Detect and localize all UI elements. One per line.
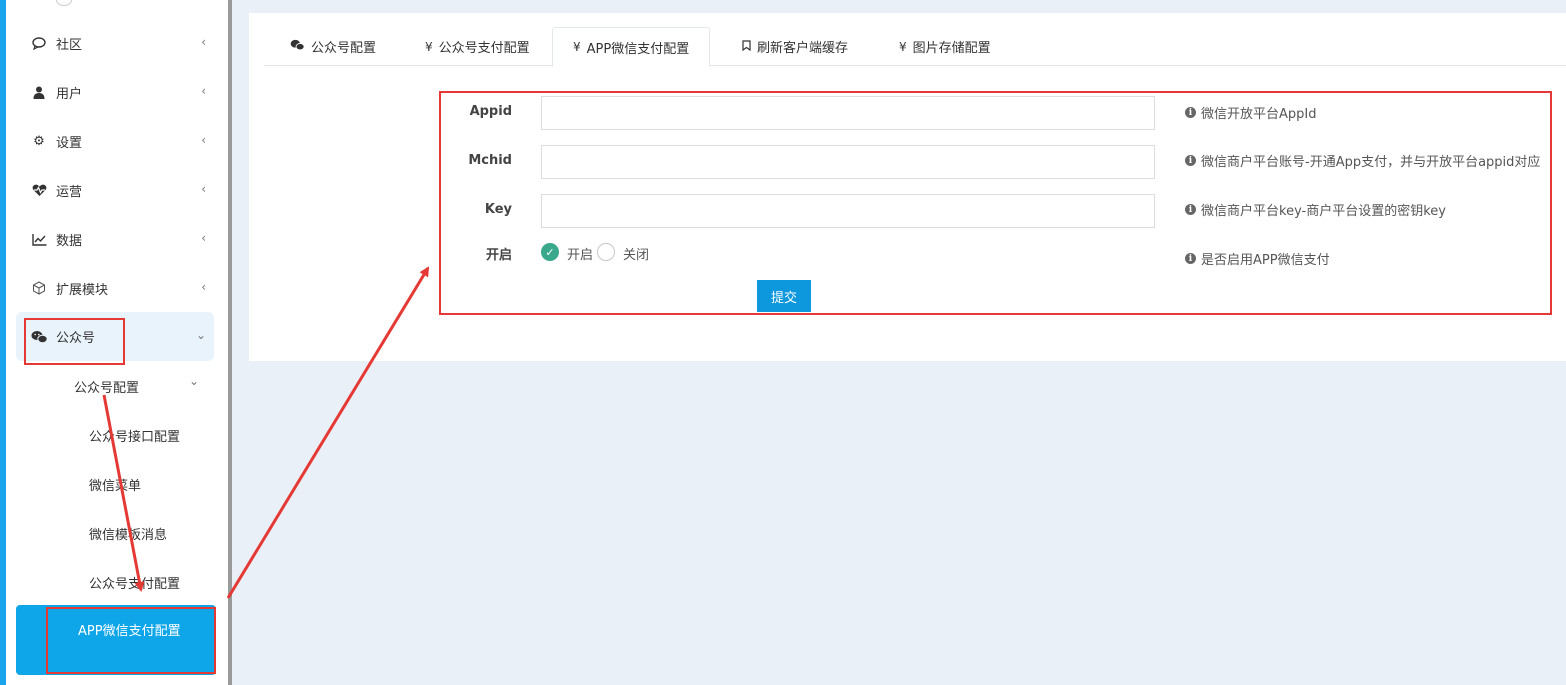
enable-on-radio[interactable]: ✓ [541,243,559,261]
sidebar-subitem-wechat-menu[interactable]: 微信菜单 [89,475,141,494]
mchid-help: i 微信商户平台账号-开通App支付，并与开放平台appid对应 [1185,151,1540,170]
chevron-left-icon: ‹ [201,182,206,196]
tab-refresh-cache[interactable]: 刷新客户端缓存 [742,27,848,66]
sidebar-subgroup-wechat-config[interactable]: 公众号配置 [74,377,139,396]
sidebar-item-label: APP微信支付配置 [78,624,181,639]
sidebar-item-label: 数据 [56,233,83,249]
cube-icon [30,281,48,295]
info-icon: i [1185,155,1196,166]
chevron-left-icon: ‹ [201,231,206,245]
sidebar-item-data[interactable]: 数据 ‹ [16,219,214,259]
chevron-down-icon: ⌄ [195,328,206,342]
sidebar-item-extensions[interactable]: 扩展模块 ‹ [16,268,214,308]
avatar [56,0,72,6]
sidebar-item-wechat[interactable]: 公众号 ⌄ [16,312,214,361]
line-chart-icon [30,233,48,246]
key-input[interactable] [541,194,1155,228]
heartbeat-icon [30,184,48,197]
appid-input[interactable] [541,96,1155,130]
bookmark-icon [742,39,751,54]
tab-wechat-pay-config[interactable]: ¥ 公众号支付配置 [425,27,530,66]
sidebar-subitem-wechat-pay-config[interactable]: 公众号支付配置 [89,573,180,592]
info-icon: i [1185,204,1196,215]
sidebar-subitem-template-message[interactable]: 微信模板消息 [89,524,167,543]
tab-label: 图片存储配置 [912,41,991,56]
tab-label: 刷新客户端缓存 [757,41,849,56]
sidebar-item-label: 社区 [56,37,83,53]
check-icon: ✓ [545,245,555,259]
sidebar-item-community[interactable]: 社区 ‹ [16,23,214,63]
chevron-left-icon: ‹ [201,35,206,49]
chevron-down-icon: ⌄ [189,374,200,388]
enable-off-radio[interactable] [597,243,615,261]
sidebar-item-label: 公众号 [56,331,96,346]
chevron-left-icon: ‹ [201,280,206,294]
help-text: 是否启用APP微信支付 [1201,253,1330,268]
yen-icon: ¥ [573,40,581,54]
tab-label: 公众号支付配置 [438,41,530,56]
gear-icon: ⚙ [33,133,45,149]
mchid-label: Mchid [468,153,512,168]
sidebar-divider[interactable] [228,0,232,685]
info-icon: i [1185,107,1196,118]
enable-label: 开启 [485,248,512,263]
sidebar-subitem-app-wechat-pay[interactable]: APP微信支付配置 [16,605,216,675]
sidebar-subitem-interface-config[interactable]: 公众号接口配置 [89,426,180,445]
chat-bubble-icon [30,36,48,50]
config-tabs: 公众号配置 ¥ 公众号支付配置 ¥ APP微信支付配置 刷新客户端缓存 ¥ 图片… [264,27,1566,67]
chevron-left-icon: ‹ [201,84,206,98]
appid-help: i 微信开放平台AppId [1185,103,1316,122]
help-text: 微信开放平台AppId [1201,107,1317,122]
sidebar-item-label: 设置 [56,135,83,151]
mchid-input[interactable] [541,145,1155,179]
key-label: Key [484,202,512,217]
wechat-icon [30,330,48,344]
tab-label: 公众号配置 [311,41,377,56]
user-icon [30,86,48,99]
enable-off-label[interactable]: 关闭 [623,244,649,263]
help-text: 微信商户平台key-商户平台设置的密钥key [1201,204,1446,219]
yen-icon: ¥ [899,39,907,54]
sidebar-item-operations[interactable]: 运营 ‹ [16,170,214,210]
tab-image-storage-config[interactable]: ¥ 图片存储配置 [899,27,991,66]
sidebar-item-label: 用户 [56,86,83,102]
sidebar-item-label: 运营 [56,184,83,200]
info-icon: i [1185,253,1196,264]
sidebar-item-settings[interactable]: ⚙ 设置 ‹ [16,121,214,161]
enable-help: i 是否启用APP微信支付 [1185,249,1330,268]
tab-wechat-config[interactable]: 公众号配置 [290,27,376,66]
wechat-icon [290,39,305,54]
chevron-left-icon: ‹ [201,133,206,147]
tab-label: APP微信支付配置 [586,41,690,57]
appid-label: Appid [469,104,512,119]
sidebar-item-label: 扩展模块 [56,282,109,298]
sidebar-item-users[interactable]: 用户 ‹ [16,72,214,112]
yen-icon: ¥ [425,39,433,54]
key-help: i 微信商户平台key-商户平台设置的密钥key [1185,200,1446,219]
submit-button[interactable]: 提交 [757,280,811,312]
tab-app-wechat-pay-config[interactable]: ¥ APP微信支付配置 [552,27,711,67]
help-text: 微信商户平台账号-开通App支付，并与开放平台appid对应 [1201,155,1541,170]
enable-on-label[interactable]: 开启 [567,244,593,263]
